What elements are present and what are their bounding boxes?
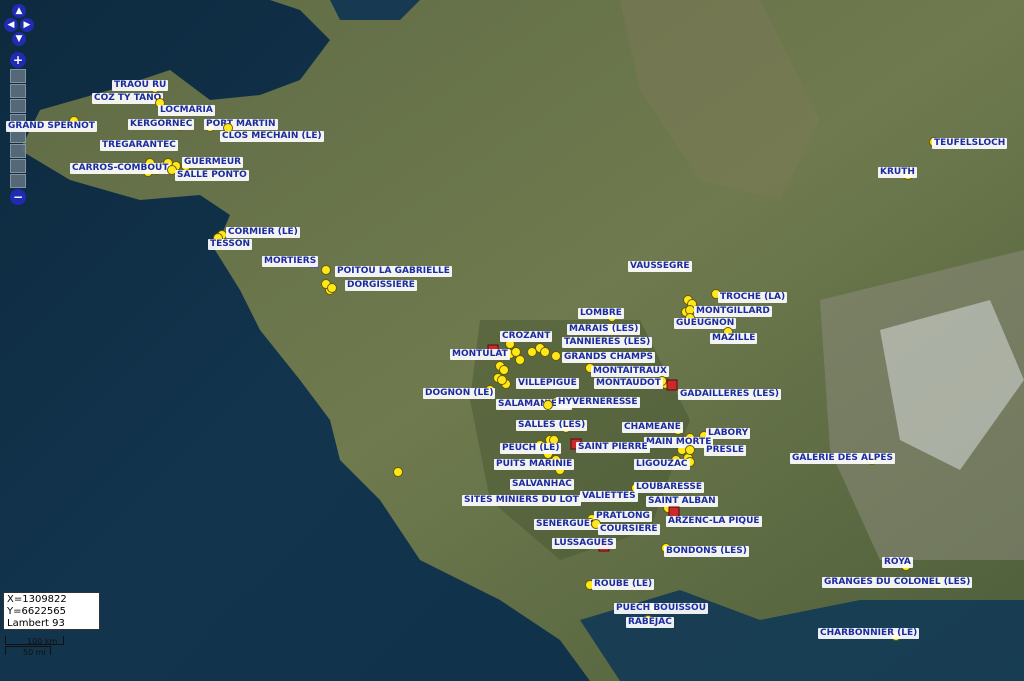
site-label[interactable]: GRANGES DU COLONEL (LES): [822, 577, 973, 588]
site-label[interactable]: SALLE PONTO: [175, 170, 249, 181]
site-label[interactable]: TEUFELSLOCH: [932, 138, 1008, 149]
site-label[interactable]: SENERGUES: [534, 519, 599, 530]
site-label[interactable]: CHARBONNIER (LE): [818, 628, 920, 639]
zoom-level-step[interactable]: [10, 84, 26, 98]
site-label[interactable]: PUECH BOUISSOU: [614, 603, 709, 614]
pan-up-button[interactable]: ▲: [12, 4, 26, 18]
site-label[interactable]: VALIETTES: [580, 491, 638, 502]
coordinate-readout: X=1309822 Y=6622565 Lambert 93: [3, 592, 100, 630]
site-label[interactable]: SITES MINIERS DU LOT: [462, 495, 581, 506]
site-label[interactable]: TESSON: [208, 239, 253, 250]
pan-left-button[interactable]: ◀: [4, 18, 18, 32]
site-label[interactable]: GRANDS CHAMPS: [562, 352, 656, 363]
site-label[interactable]: KRUTH: [878, 167, 917, 178]
pan-down-button[interactable]: ▼: [12, 32, 26, 46]
site-label[interactable]: LOUBARESSE: [634, 482, 704, 493]
site-label[interactable]: GRAND SPERNOT: [6, 121, 97, 132]
zoom-level-step[interactable]: [10, 69, 26, 83]
site-label[interactable]: PRATLONG: [594, 511, 652, 522]
site-label[interactable]: VAUSSEGRE: [628, 261, 692, 272]
site-label[interactable]: MONTULAT: [450, 349, 510, 360]
site-label[interactable]: POITOU LA GABRIELLE: [335, 266, 452, 277]
site-label[interactable]: LOCMARIA: [158, 105, 215, 116]
coord-x: X=1309822: [7, 594, 67, 605]
site-label[interactable]: VILLEPIGUE: [516, 378, 579, 389]
site-label[interactable]: PRESLE: [704, 445, 747, 456]
scale-mi: 50 mi: [23, 648, 46, 657]
site-label[interactable]: GADAILLERES (LES): [678, 389, 782, 400]
site-label[interactable]: CLOS MECHAIN (LE): [220, 131, 324, 142]
site-label[interactable]: MARAIS (LES): [567, 324, 641, 335]
site-label[interactable]: MAZILLE: [710, 333, 758, 344]
site-label[interactable]: GUERMEUR: [182, 157, 244, 168]
pan-control: ▲ ◀ ▶ ▼: [4, 4, 34, 48]
site-label[interactable]: GALERIE DES ALPES: [790, 453, 895, 464]
zoom-level-step[interactable]: [10, 99, 26, 113]
flag-marker[interactable]: [666, 379, 678, 391]
site-label[interactable]: DOGNON (LE): [423, 388, 496, 399]
site-label[interactable]: PEUCH (LE): [500, 443, 562, 454]
scale-bar: 100 km 50 mi: [5, 636, 75, 662]
site-label[interactable]: SAINT PIERRE: [576, 442, 650, 453]
site-label[interactable]: CARROS-COMBOUT: [70, 163, 171, 174]
site-label[interactable]: CROZANT: [500, 331, 553, 342]
site-marker[interactable]: [393, 467, 403, 477]
site-label[interactable]: LIGOUZAC: [634, 459, 690, 470]
map-viewport[interactable]: ▲ ◀ ▶ ▼ + − TRAOU RU COZ TY TANO LOCMARIA K…: [0, 0, 1024, 681]
coord-projection: Lambert 93: [7, 618, 65, 629]
site-marker[interactable]: [497, 375, 507, 385]
pan-right-button[interactable]: ▶: [20, 18, 34, 32]
site-label[interactable]: HYVERNERESSE: [556, 397, 640, 408]
site-label[interactable]: CORMIER (LE): [226, 227, 300, 238]
zoom-level-step[interactable]: [10, 174, 26, 188]
site-label[interactable]: ROUBE (LE): [592, 579, 655, 590]
site-label[interactable]: COURSIERE: [598, 524, 660, 535]
site-label[interactable]: LUSSAGUES: [552, 538, 616, 549]
site-label[interactable]: SALVANHAC: [510, 479, 574, 490]
site-label[interactable]: MORTIERS: [262, 256, 319, 267]
site-label[interactable]: TANNIERES (LES): [562, 337, 653, 348]
site-marker[interactable]: [551, 351, 561, 361]
site-label[interactable]: ARZENC-LA PIQUE: [666, 516, 762, 527]
site-label[interactable]: MONTAITRAUX: [591, 366, 669, 377]
site-marker[interactable]: [540, 347, 550, 357]
site-label[interactable]: PUITS MARINIE: [494, 459, 575, 470]
zoom-in-button[interactable]: +: [10, 52, 26, 68]
scale-km: 100 km: [27, 637, 58, 646]
site-label[interactable]: TREGARANTEC: [100, 140, 178, 151]
site-label[interactable]: TROCHE (LA): [718, 292, 788, 303]
site-label[interactable]: MAIN MORTE: [644, 437, 714, 448]
site-label[interactable]: TRAOU RU: [112, 80, 169, 91]
site-label[interactable]: KERGORNEC: [128, 119, 195, 130]
site-label[interactable]: SAINT ALBAN: [646, 496, 718, 507]
site-label[interactable]: RABEJAC: [626, 617, 674, 628]
site-label[interactable]: PORT MARTIN: [204, 119, 278, 130]
site-marker[interactable]: [321, 265, 331, 275]
site-label[interactable]: DORGISSIERE: [345, 280, 417, 291]
site-marker[interactable]: [515, 355, 525, 365]
site-label[interactable]: SALLES (LES): [516, 420, 588, 431]
site-label[interactable]: LOMBRE: [578, 308, 624, 319]
coord-y: Y=6622565: [7, 606, 67, 617]
site-marker[interactable]: [543, 400, 553, 410]
site-label[interactable]: COZ TY TANO: [92, 93, 164, 104]
zoom-level-step[interactable]: [10, 159, 26, 173]
site-label[interactable]: CHAMEANE: [622, 422, 683, 433]
site-marker[interactable]: [327, 283, 337, 293]
site-marker[interactable]: [685, 445, 695, 455]
zoom-level-step[interactable]: [10, 144, 26, 158]
site-label[interactable]: BONDONS (LES): [664, 546, 749, 557]
site-label[interactable]: ROYA: [882, 557, 913, 568]
zoom-out-button[interactable]: −: [10, 189, 26, 205]
site-label[interactable]: MONTAUDOT: [594, 378, 663, 389]
site-label[interactable]: MONTGILLARD: [694, 306, 772, 317]
